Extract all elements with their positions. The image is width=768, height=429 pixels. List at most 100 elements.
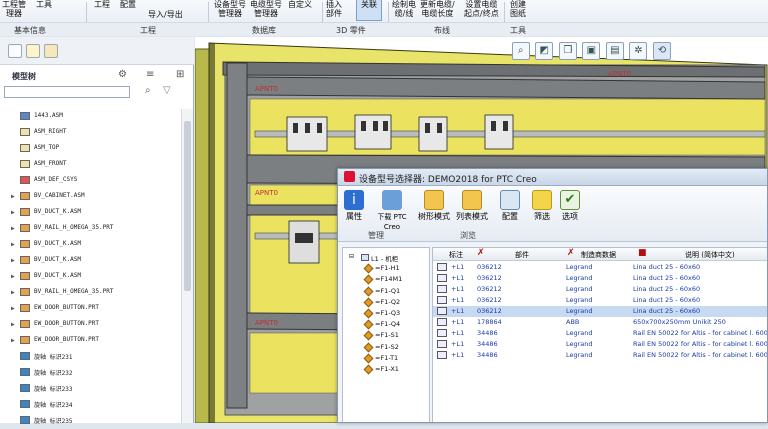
dialog-titlebar[interactable]: 设备型号选择器: DEMO2018 for PTC Creo	[338, 169, 767, 186]
table-row[interactable]: +L1 178864 ABB 650x700x250mm Unikit 250	[433, 317, 767, 328]
tree-item-label: =F1-Q3	[375, 309, 401, 317]
table-row[interactable]: +L1 036212 Legrand Lina duct 25 - 60x60	[433, 273, 767, 284]
expand-toggle-icon[interactable]: ▶	[11, 321, 15, 328]
tree-item-label: =F1-Q1	[375, 286, 401, 295]
datum-icon[interactable]: ✲	[629, 42, 648, 60]
tree-row[interactable]: ▶ EW_DOOR_BUTTON.PRT	[0, 317, 180, 333]
expand-toggle-icon[interactable]: ▶	[11, 209, 15, 216]
tree-row[interactable]: 1443.ASM	[0, 109, 180, 125]
config-button[interactable]: 配置	[500, 190, 520, 221]
cable-model-manager-button[interactable]: 电缆型号 管理器	[250, 0, 282, 18]
table-row[interactable]: +L1 036212 Legrand Lina duct 25 - 60x60	[433, 262, 767, 273]
tree-mode-button[interactable]: 树形模式	[418, 190, 450, 221]
search-input[interactable]	[4, 86, 130, 98]
view-icon[interactable]: ▣	[582, 42, 601, 60]
create-drawing-button[interactable]: 创建 图纸	[510, 0, 526, 18]
list-mode-button[interactable]: 列表模式	[456, 190, 488, 221]
expand-toggle-icon[interactable]: ▶	[11, 225, 15, 232]
save-view-icon[interactable]: ▤	[605, 42, 624, 60]
csys-icon	[20, 176, 30, 184]
download-creo-button[interactable]: 下载 PTC Creo	[372, 190, 412, 232]
filter-button[interactable]: 筛选	[532, 190, 552, 221]
table-row[interactable]: +L1 036212 Legrand Lina duct 25 - 60x60	[433, 295, 767, 306]
tree-icon[interactable]	[8, 44, 22, 58]
row-icon	[437, 296, 447, 304]
tree-row[interactable]: ▶ BV_CABINET.ASM	[0, 189, 180, 205]
update-cable-length-button[interactable]: 更新电缆/ 电缆长度	[420, 0, 455, 18]
list-icon[interactable]: ≡	[146, 69, 154, 80]
insert-part-button[interactable]: 插入 部件	[326, 0, 342, 18]
column-header[interactable]: 制造商数据	[581, 250, 616, 260]
expand-toggle-icon[interactable]: ▶	[11, 273, 15, 280]
tree-row[interactable]: 旋轴 标识233	[0, 381, 180, 397]
device-icon	[363, 274, 374, 285]
expand-toggle-icon[interactable]: ▶	[11, 305, 15, 312]
tree-row[interactable]: ▶ BV_RAIL_H_OMEGA_35.PRT	[0, 221, 180, 237]
tree-scrollbar[interactable]	[181, 109, 193, 423]
tree-item-label: 旋轴 标识231	[34, 354, 73, 361]
favorites-icon[interactable]	[44, 44, 58, 58]
tree-row[interactable]: ▶ EW_DOOR_BUTTON.PRT	[0, 301, 180, 317]
tree-row[interactable]: ASM_RIGHT	[0, 125, 180, 141]
apnt-label: APNT0	[255, 189, 278, 197]
table-row[interactable]: +L1 036212 Legrand Lina duct 25 - 60x60	[433, 284, 767, 295]
tools-button[interactable]: 工具	[36, 0, 52, 9]
table-row[interactable]: +L1 036212 Legrand Lina duct 25 - 60x60	[433, 306, 767, 317]
tree-row[interactable]: 旋轴 标识235	[0, 413, 180, 429]
tree-item-label: 旋轴 标识234	[34, 402, 73, 409]
expand-toggle-icon[interactable]: ▶	[11, 193, 15, 200]
filter-icon[interactable]: ▽	[163, 85, 171, 96]
manufacturer-cell: Legrand	[566, 296, 593, 304]
import-export-button[interactable]: 导入/导出	[148, 10, 183, 19]
expand-toggle-icon[interactable]: ▶	[11, 289, 15, 296]
table-row[interactable]: +L1 34486 Legrand Rail EN 50022 for Altis -…	[433, 339, 767, 350]
shade-icon[interactable]: ◩	[535, 42, 554, 60]
spin-icon[interactable]: ⟲	[653, 42, 671, 60]
tree-row[interactable]: ▶ BV_DUCT_K.ASM	[0, 253, 180, 269]
cube-icon[interactable]: ❒	[558, 42, 577, 60]
set-cable-endpoints-button[interactable]: 设置电缆 起点/终点	[464, 0, 499, 18]
device-model-manager-button[interactable]: 设备型号 管理器	[214, 0, 246, 18]
add-icon[interactable]: ⊞	[176, 69, 184, 80]
tree-item-label: BV_DUCT_K.ASM	[34, 272, 81, 279]
table-row[interactable]: +L1 34486 Legrand Rail EN 50022 for Altis -…	[433, 328, 767, 339]
draw-cable-button[interactable]: 绘制电 缆/线	[392, 0, 416, 18]
column-header[interactable]: 标注	[449, 250, 463, 260]
feature-icon	[20, 352, 30, 360]
tree-row[interactable]: ASM_FRONT	[0, 157, 180, 173]
properties-button[interactable]: i 属性	[344, 190, 364, 221]
tree-row[interactable]: ▶ BV_DUCT_K.ASM	[0, 269, 180, 285]
project-manager-button[interactable]: 工程管 理器	[2, 0, 26, 18]
part-icon	[20, 224, 30, 232]
expand-toggle-icon[interactable]: ▶	[11, 241, 15, 248]
settings-icon[interactable]: ⚙	[118, 69, 127, 80]
project-button[interactable]: 工程	[94, 0, 110, 9]
expand-toggle-icon[interactable]: ▶	[11, 337, 15, 344]
tree-row[interactable]: ▶ BV_DUCT_K.ASM	[0, 205, 180, 221]
column-header[interactable]: 说明 (简体中文)	[685, 250, 735, 260]
description-cell: Lina duct 25 - 60x60	[633, 307, 701, 315]
find-icon[interactable]: ⌕	[145, 85, 151, 96]
folder-icon[interactable]	[26, 44, 40, 58]
config-button[interactable]: 配置	[120, 0, 136, 9]
tree-row[interactable]: ASM_TOP	[0, 141, 180, 157]
tree-row[interactable]: 旋轴 标识234	[0, 397, 180, 413]
tree-row[interactable]: ▶ BV_RAIL_H_OMEGA_35.PRT	[0, 285, 180, 301]
customize-button[interactable]: 自定义	[288, 0, 312, 9]
expand-toggle-icon[interactable]: ▶	[11, 257, 15, 264]
collapse-icon[interactable]: ⊟	[349, 253, 354, 260]
tree-row[interactable]: ASM_DEF_CSYS	[0, 173, 180, 189]
tree-row[interactable]: ▶ BV_DUCT_K.ASM	[0, 237, 180, 253]
table-row[interactable]: +L1 34486 Legrand Rail EN 50022 for Altis -…	[433, 350, 767, 361]
zoom-icon[interactable]: ⌕	[511, 42, 530, 60]
column-header[interactable]: 部件	[515, 250, 529, 260]
associate-button[interactable]: 关联	[356, 0, 382, 21]
tree-row[interactable]: 旋轴 标识231	[0, 349, 180, 365]
options-button[interactable]: ✔ 选项	[560, 190, 580, 221]
tree-item-label: EW_DOOR_BUTTON.PRT	[34, 320, 100, 327]
tree-item-label: =F1-T1	[375, 353, 399, 362]
description-cell: Lina duct 25 - 60x60	[633, 274, 701, 282]
device-icon	[363, 330, 374, 341]
tree-row[interactable]: 旋轴 标识232	[0, 365, 180, 381]
tree-row[interactable]: ▶ EW_DOOR_BUTTON.PRT	[0, 333, 180, 349]
